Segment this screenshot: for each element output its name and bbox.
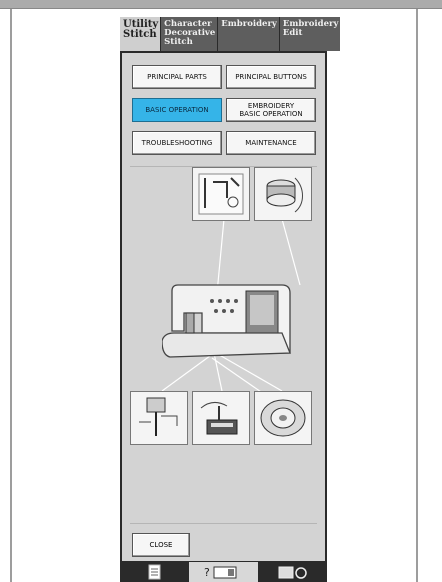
settings-button[interactable]	[258, 562, 327, 582]
maintenance-button[interactable]: MAINTENANCE	[226, 131, 316, 155]
tab-embroidery-edit[interactable]: Embroidery Edit	[279, 17, 341, 51]
machine-help-button[interactable]: ?	[189, 562, 258, 582]
troubleshooting-button[interactable]: TROUBLESHOOTING	[132, 131, 222, 155]
sewing-machine-icon[interactable]	[162, 283, 297, 363]
tab-character-decorative-stitch[interactable]: Character Decorative Stitch	[161, 17, 219, 51]
principal-buttons-button[interactable]: PRINCIPAL BUTTONS	[226, 65, 316, 89]
svg-text:?: ?	[204, 566, 210, 579]
bottom-toolbar: ?	[120, 562, 327, 582]
frame-right-rule	[416, 9, 418, 582]
frame-top-bar	[0, 0, 442, 9]
embroidery-basic-operation-button[interactable]: EMBROIDERY BASIC OPERATION	[226, 98, 316, 122]
basic-operation-button[interactable]: BASIC OPERATION	[132, 98, 222, 122]
machine-help-icon: ?	[204, 566, 236, 579]
divider-bottom	[130, 523, 317, 524]
needle-icon[interactable]	[130, 391, 188, 445]
help-panel: PRINCIPAL PARTS PRINCIPAL BUTTONS BASIC …	[122, 53, 325, 561]
principal-parts-button[interactable]: PRINCIPAL PARTS	[132, 65, 222, 89]
machine-illustration	[122, 167, 325, 493]
lcd-screen: Utility Stitch Character Decorative Stit…	[120, 17, 341, 582]
document-icon	[148, 564, 160, 580]
settings-icon	[278, 566, 307, 579]
tab-utility-stitch[interactable]: Utility Stitch	[120, 17, 162, 51]
threading-illustration-icon[interactable]	[192, 167, 250, 221]
close-button[interactable]: CLOSE	[132, 533, 190, 557]
tab-embroidery[interactable]: Embroidery	[218, 17, 280, 51]
presser-foot-icon[interactable]	[192, 391, 250, 445]
bobbin-winding-icon[interactable]	[254, 167, 312, 221]
mode-tabs: Utility Stitch Character Decorative Stit…	[120, 17, 341, 51]
bobbin-case-icon[interactable]	[254, 391, 312, 445]
document-button[interactable]	[120, 562, 189, 582]
frame-left-rule	[10, 9, 12, 582]
